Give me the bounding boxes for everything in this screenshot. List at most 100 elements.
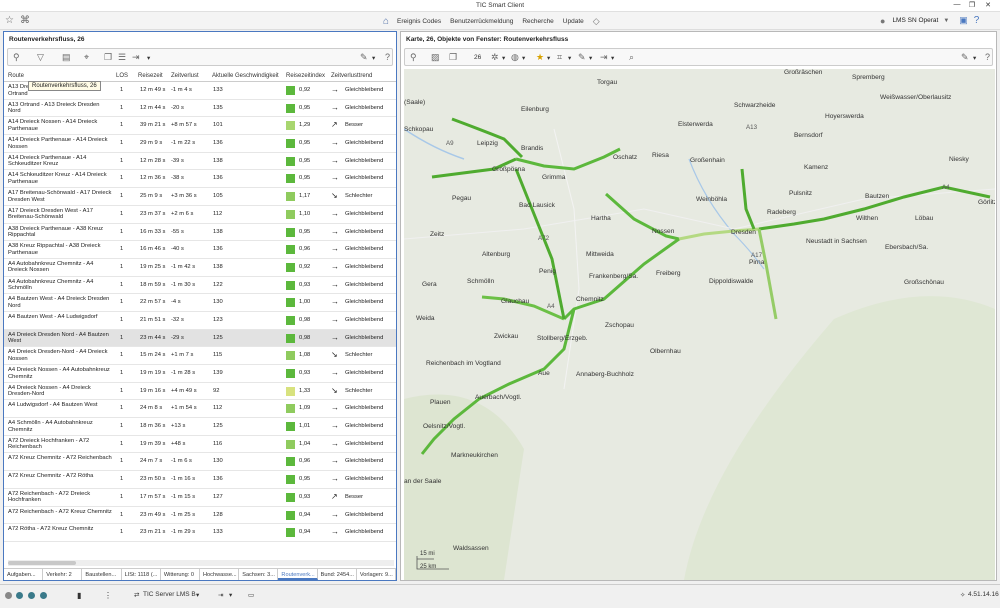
server-label[interactable]: TIC Server LMS B (143, 591, 196, 598)
route-a14-east[interactable] (515, 147, 621, 171)
document-icon[interactable]: ▭ (248, 591, 254, 599)
col-speed[interactable]: Aktuelle Geschwindigkeit (212, 73, 279, 79)
user-name[interactable]: LMS SN Operat (892, 17, 938, 24)
col-delay[interactable]: Zeitverlust (171, 73, 199, 79)
bottom-tab[interactable]: LISt: 1118 (... (122, 569, 161, 580)
nav-update[interactable]: Update (563, 18, 584, 25)
table-row[interactable]: A14 Dreieck Nossen - A14 Dreieck Parthen… (4, 117, 396, 136)
export-icon[interactable]: ⇥ (600, 52, 608, 63)
chevron-down-icon[interactable]: ▾ (973, 54, 976, 62)
filter-icon[interactable]: ▽ (37, 52, 44, 63)
table-row[interactable]: A4 Dreieck Nossen - A4 Autobahnkreuz Che… (4, 365, 396, 383)
command-icon[interactable]: ⌘ (20, 15, 30, 26)
table-row[interactable]: A72 Reichenbach - A72 Dreieck Hochfranke… (4, 489, 396, 507)
export-icon[interactable]: ⇥ (132, 52, 140, 63)
col-route[interactable]: Route (8, 73, 24, 79)
bottom-tab[interactable]: Routenverk... (278, 569, 318, 580)
table-row[interactable]: A4 Schmölln - A4 Autobahnkreuz Chemnitz 1… (4, 418, 396, 436)
bottom-tab[interactable]: Aufgaben... (4, 569, 44, 580)
search-icon[interactable]: ⌕ (629, 52, 634, 63)
wrench-icon[interactable]: ✎ (961, 52, 969, 63)
help-icon[interactable]: ? (985, 52, 990, 62)
chevron-down-icon[interactable]: ▾ (502, 54, 505, 62)
table-row[interactable]: A72 Reichenbach - A72 Kreuz Chemnitz 1 23 … (4, 507, 396, 525)
bottom-tab[interactable]: Hochwasse... (200, 569, 240, 580)
table-row[interactable]: A4 Dreieck Dresden Nord - A4 Bautzen Wes… (4, 329, 396, 348)
col-los[interactable]: LOS (116, 73, 128, 79)
chevron-down-icon[interactable]: ▾ (522, 54, 525, 62)
table-row[interactable]: A72 Dreieck Hochfranken - A72 Reichenbac… (4, 436, 396, 454)
bottom-tab[interactable]: Vorlagen: 9... (357, 569, 397, 580)
chevron-down-icon[interactable]: ▾ (196, 591, 199, 599)
route-a72-north[interactable] (514, 168, 566, 320)
star-icon[interactable]: ☆ (5, 15, 14, 26)
route-a14[interactable] (451, 117, 524, 159)
chevron-down-icon[interactable]: ▾ (372, 54, 375, 62)
maximize-button[interactable]: ❐ (966, 1, 978, 9)
login-icon[interactable]: ⇥ (218, 591, 223, 599)
table-row[interactable]: A38 Kreuz Rippachtal - A38 Dreieck Parth… (4, 241, 396, 259)
chevron-down-icon[interactable]: ▾ (589, 54, 592, 62)
route-a17[interactable] (757, 228, 778, 320)
help-icon[interactable]: ? (385, 52, 390, 62)
minimize-button[interactable]: — (951, 1, 963, 8)
bottom-tab[interactable]: Bund: 2454... (318, 569, 357, 580)
copy-icon[interactable]: ❐ (104, 52, 112, 63)
nav-ereignis-codes[interactable]: Ereignis Codes (397, 18, 441, 25)
table-row[interactable]: A14 Dreieck Parthenaue - A14 Schkeuditze… (4, 153, 396, 171)
table-row[interactable]: A17 Dreieck Dresden West - A17 Breitenau… (4, 206, 396, 224)
table-row[interactable]: A4 Autobahnkreuz Chemnitz - A4 Dreieck N… (4, 259, 396, 277)
pin-icon[interactable]: ⌖ (84, 52, 89, 63)
table-row[interactable]: A4 Bautzen West - A4 Dreieck Dresden Nor… (4, 294, 396, 312)
chevron-down-icon[interactable]: ▾ (568, 54, 571, 62)
copy-icon[interactable]: ❐ (449, 52, 457, 63)
table-row[interactable]: A4 Bautzen West - A4 Ludwigsdorf 1 21 m 51… (4, 312, 396, 330)
settings-icon[interactable]: ✲ (491, 52, 499, 63)
help-icon[interactable]: ? (974, 15, 980, 26)
chevron-down-icon[interactable]: ▾ (147, 54, 150, 62)
bottom-tab[interactable]: Witterung: 0 (161, 569, 201, 580)
col-trend[interactable]: Zeitverlusttrend (331, 73, 372, 79)
table-row[interactable]: A4 Ludwigsdorf - A4 Bautzen West 1 24 m 8 … (4, 400, 396, 419)
bottom-tab[interactable]: Sachsen: 3... (239, 569, 279, 580)
layers-icon[interactable]: ▨ (431, 52, 440, 63)
table-row[interactable]: A14 Dreieck Parthenaue - A14 Dreieck Nos… (4, 135, 396, 153)
table-row[interactable]: A4 Dreieck Dresden-Nord - A4 Dreieck Nos… (4, 347, 396, 365)
table-row[interactable]: A17 Breitenau-Schönwald - A17 Dreieck Dr… (4, 188, 396, 206)
table-row[interactable]: A72 Rötha - A72 Kreuz Chemnitz 1 23 m 21 s… (4, 524, 396, 542)
bottom-tab[interactable]: Verkehr: 2 (43, 569, 83, 580)
diamond-icon[interactable]: ◇ (593, 16, 600, 27)
nav-benutzerrueckmeldung[interactable]: Benutzerrückmeldung (450, 18, 513, 25)
col-index[interactable]: Reisezeitindex (286, 73, 325, 79)
col-travel-time[interactable]: Reisezeit (138, 73, 163, 79)
edit-icon[interactable]: ✎ (578, 52, 586, 63)
table-row[interactable]: A4 Dreieck Nossen - A4 Dreieck Dresden-N… (4, 383, 396, 401)
route-a13[interactable] (740, 168, 756, 230)
select-icon[interactable]: ⌗ (557, 52, 562, 63)
table-row[interactable]: A14 Schkeuditzer Kreuz - A14 Dreieck Par… (4, 170, 396, 189)
globe-icon[interactable]: ◍ (511, 52, 519, 63)
chevron-down-icon[interactable]: ▾ (547, 54, 550, 62)
binoculars-icon[interactable]: ⚲ (13, 52, 20, 63)
home-icon[interactable]: ⌂ (383, 16, 389, 27)
list-icon[interactable]: ☰ (118, 52, 126, 63)
nav-recherche[interactable]: Recherche (522, 18, 553, 25)
binoculars-icon[interactable]: ⚲ (410, 52, 417, 63)
table-row[interactable]: A38 Dreieck Parthenaue - A38 Kreuz Rippa… (4, 224, 396, 242)
table-row[interactable]: A4 Autobahnkreuz Chemnitz - A4 Schmölln 1… (4, 277, 396, 295)
table-row[interactable]: A13 Ortrand - A13 Dreieck Dresden Nord 1 1… (4, 100, 396, 118)
horizontal-scrollbar[interactable] (8, 560, 394, 566)
map-icon[interactable]: ▤ (62, 52, 71, 63)
chat-icon[interactable]: ▣ (959, 15, 968, 26)
chevron-down-icon[interactable]: ▾ (229, 591, 232, 599)
bottom-tab[interactable]: Baustellen... (82, 569, 122, 580)
close-button[interactable]: ✕ (982, 1, 994, 9)
map-view[interactable]: 15 mi 25 km Torgau Großräschen Spremberg Ei… (404, 69, 995, 580)
table-row[interactable]: A72 Kreuz Chemnitz - A72 Rötha 1 23 m 50 s… (4, 471, 396, 489)
wrench-icon[interactable]: ✎ (360, 52, 368, 63)
table-row[interactable]: A72 Kreuz Chemnitz - A72 Reichenbach 1 24 … (4, 453, 396, 472)
chevron-down-icon[interactable]: ▾ (611, 54, 614, 62)
star-icon[interactable]: ★ (536, 52, 544, 63)
chevron-down-icon[interactable]: ▼ (943, 18, 949, 24)
grid-icon[interactable]: ⋮ (104, 591, 112, 600)
